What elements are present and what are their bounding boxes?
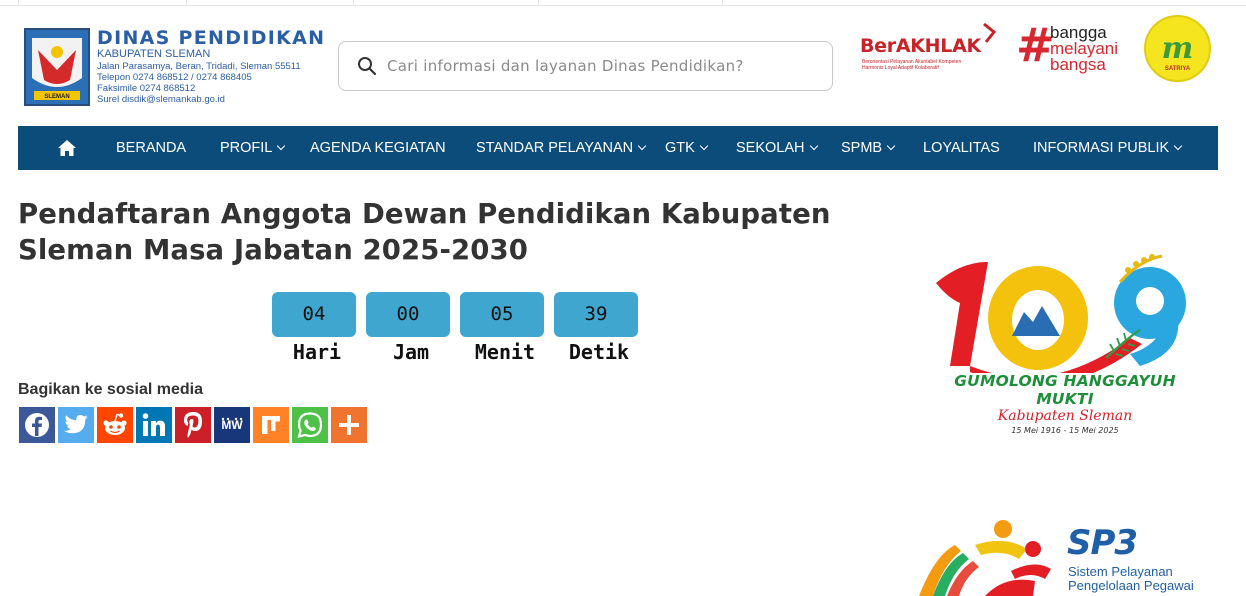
share-title: Bagikan ke sosial media xyxy=(18,381,203,398)
pinterest-icon xyxy=(184,412,202,438)
chevron-down-icon xyxy=(886,141,896,151)
nav-label: STANDAR PELAYANAN xyxy=(476,140,634,156)
berakhlak-tagline: Berorientasi Pelayanan Akuntabel Kompete… xyxy=(862,59,1002,71)
share-more-button[interactable] xyxy=(331,407,367,443)
berakhlak-title: BerAKHLAK xyxy=(860,35,981,57)
nav-label: LOYALITAS xyxy=(923,140,1000,156)
main-navbar: BERANDA PROFIL AGENDA KEGIATAN STANDAR P… xyxy=(18,126,1218,170)
nav-item-beranda[interactable]: BERANDA xyxy=(116,126,186,170)
nav-label: AGENDA KEGIATAN xyxy=(310,140,446,156)
berakhlak-check-icon xyxy=(983,22,997,43)
logo-emblem[interactable]: SLEMAN xyxy=(24,28,90,106)
satriya-label: SATRIYA xyxy=(1164,66,1191,72)
address-text: Jalan Parasamya, Beran, Tridadi, Sleman … xyxy=(97,61,301,72)
search-input[interactable] xyxy=(387,57,807,75)
header-branding: DINAS PENDIDIKAN KABUPATEN SLEMAN Jalan … xyxy=(97,28,327,105)
svg-text:MW: MW xyxy=(221,418,243,432)
linkedin-icon xyxy=(142,413,165,436)
site-subtitle: KABUPATEN SLEMAN xyxy=(97,48,211,60)
anniversary-109-logo xyxy=(936,254,1186,373)
countdown-hours-value: 00 xyxy=(366,292,450,337)
top-strip xyxy=(0,0,1246,6)
nav-label: GTK xyxy=(665,140,695,156)
nav-label: INFORMASI PUBLIK xyxy=(1033,140,1170,156)
anniversary-banner[interactable]: GUMOLONG HANGGAYUH MUKTI Kabupaten Slema… xyxy=(930,248,1210,443)
whatsapp-icon xyxy=(297,412,323,439)
share-linkedin-button[interactable] xyxy=(136,407,172,443)
nav-item-spmb[interactable]: SPMB xyxy=(841,126,896,170)
search-icon xyxy=(358,57,377,76)
nav-item-gtk[interactable]: GTK xyxy=(665,126,709,170)
share-twitter-button[interactable] xyxy=(58,407,94,443)
nav-item-sekolah[interactable]: SEKOLAH xyxy=(736,126,818,170)
hashtag-icon: # xyxy=(1016,18,1055,72)
satriya-m-icon: m xyxy=(1161,31,1194,66)
logo-label: SLEMAN xyxy=(44,94,69,100)
share-mewe-button[interactable]: MW xyxy=(214,407,250,443)
search-bar[interactable] xyxy=(338,41,833,91)
share-facebook-button[interactable] xyxy=(19,407,55,443)
countdown-hours-label: Jam xyxy=(392,340,430,364)
phone-text: Telepon 0274 868512 / 0274 868405 xyxy=(97,72,252,83)
fax-text: Faksimile 0274 868512 xyxy=(97,83,196,94)
bangga-melayani-logo[interactable]: # bangga melayani bangsa xyxy=(1016,18,1136,74)
nav-item-informasi-publik[interactable]: INFORMASI PUBLIK xyxy=(1033,126,1183,170)
berakhlak-line2: Harmonis Loyal Adaptif Kolaboratif xyxy=(862,65,939,71)
countdown-minutes-label: Menit xyxy=(474,340,536,364)
sp3-people-icon xyxy=(919,520,1051,596)
countdown-days-value: 04 xyxy=(272,292,356,337)
chevron-down-icon xyxy=(699,141,709,151)
sp3-banner[interactable]: SP3 Sistem Pelayanan Pengelolaan Pegawai xyxy=(915,515,1235,596)
countdown-minutes-value: 05 xyxy=(460,292,544,337)
countdown-seconds-label: Detik xyxy=(568,340,630,364)
nav-label: SPMB xyxy=(841,140,883,156)
reddit-icon xyxy=(103,413,127,435)
chevron-down-icon xyxy=(637,141,647,151)
nav-item-agenda-kegiatan[interactable]: AGENDA KEGIATAN xyxy=(310,126,446,170)
share-pinterest-button[interactable] xyxy=(175,407,211,443)
share-mix-button[interactable] xyxy=(253,407,289,443)
countdown-days-label: Hari xyxy=(292,340,342,364)
bangga-line3: bangsa xyxy=(1050,55,1106,74)
anniversary-slogan: GUMOLONG HANGGAYUH MUKTI xyxy=(954,372,1176,408)
countdown-seconds-value: 39 xyxy=(554,292,638,337)
site-title[interactable]: DINAS PENDIDIKAN xyxy=(97,28,327,48)
chevron-down-icon xyxy=(809,141,818,151)
facebook-icon xyxy=(25,413,49,437)
chevron-down-icon xyxy=(1173,141,1183,151)
nav-item-loyalitas[interactable]: LOYALITAS xyxy=(923,126,1000,170)
berakhlak-logo[interactable]: BerAKHLAK Berorientasi Pelayanan Akuntab… xyxy=(860,22,1000,77)
sp3-title: SP3 xyxy=(1067,523,1138,563)
email-text: Surel disdik@slemankab.go.id xyxy=(97,94,225,105)
nav-item-standar-pelayanan[interactable]: STANDAR PELAYANAN xyxy=(476,126,647,170)
nav-item-profil[interactable]: PROFIL xyxy=(220,126,286,170)
share-reddit-button[interactable] xyxy=(97,407,133,443)
nav-label: PROFIL xyxy=(220,140,273,156)
share-whatsapp-button[interactable] xyxy=(292,407,328,443)
chevron-down-icon xyxy=(277,141,286,151)
page-title: Pendaftaran Anggota Dewan Pendidikan Kab… xyxy=(18,198,831,266)
satriya-logo[interactable]: m SATRIYA xyxy=(1144,15,1211,82)
sp3-line2: Pengelolaan Pegawai xyxy=(1068,578,1194,593)
mix-icon xyxy=(262,416,280,434)
plus-icon xyxy=(339,415,359,435)
twitter-icon xyxy=(64,415,88,434)
nav-label: SEKOLAH xyxy=(736,140,805,156)
anniversary-dates: 15 Mei 1916 - 15 Mei 2025 xyxy=(1011,426,1119,435)
home-icon[interactable] xyxy=(57,139,77,157)
nav-label: BERANDA xyxy=(116,140,187,156)
anniversary-region: Kabupaten Sleman xyxy=(997,408,1133,424)
sp3-line1: Sistem Pelayanan xyxy=(1068,564,1173,579)
mewe-icon: MW xyxy=(221,417,243,432)
